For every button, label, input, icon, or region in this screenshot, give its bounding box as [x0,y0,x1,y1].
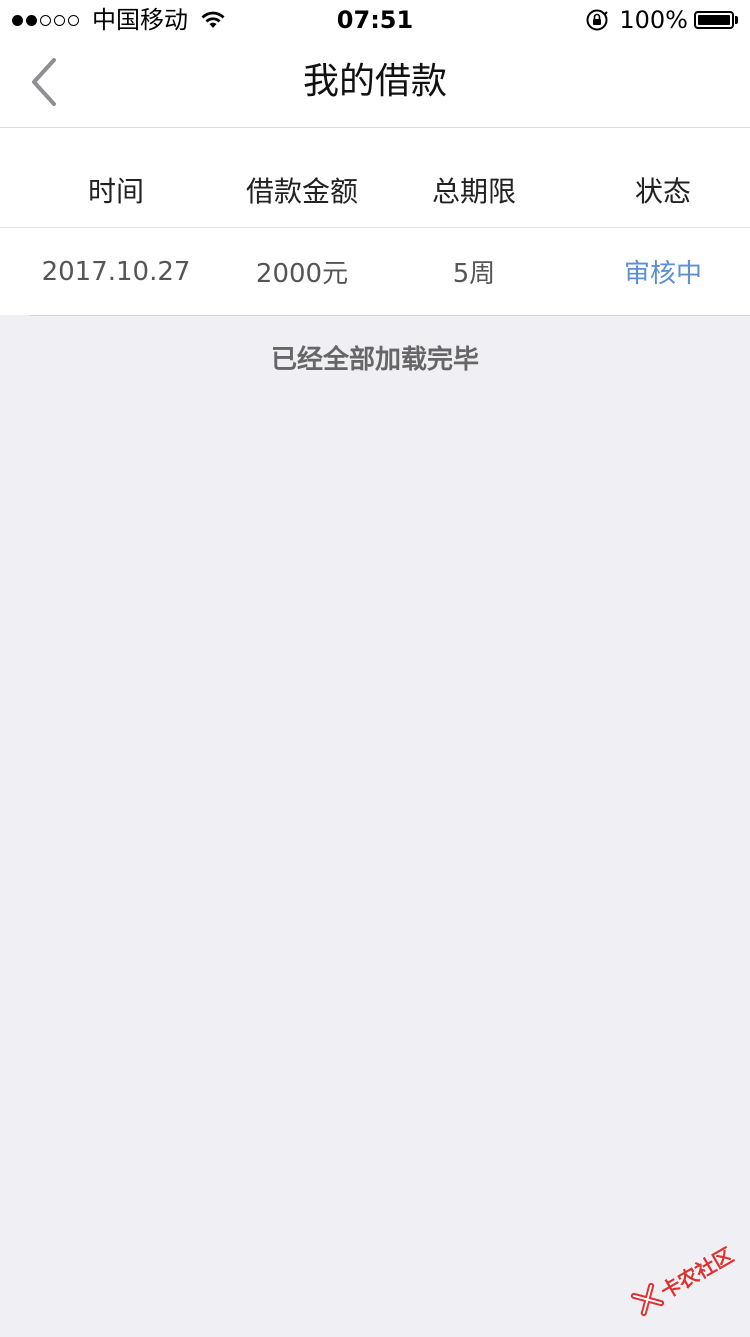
loan-amount: 2000元 [255,259,349,289]
column-header-status: 状态 [634,174,691,208]
navigation-bar: 我的借款 [0,40,750,128]
page-title: 我的借款 [302,61,447,102]
row-divider [30,315,750,316]
column-header-amount: 借款金额 [245,174,358,208]
rotation-lock-icon [586,9,609,31]
table-row[interactable]: 2017.10.27 2000元 5周 审核中 [0,228,750,315]
load-complete-message: 已经全部加载完毕 [270,345,479,375]
column-header-term: 总期限 [431,174,516,208]
watermark-logo: 卡农社区 [618,1221,748,1337]
loan-status: 审核中 [623,259,702,289]
battery-percent: 100% [619,6,688,34]
battery-icon [694,10,738,30]
watermark-text: 卡农社区 [656,1242,738,1304]
loan-term: 5周 [452,259,496,289]
column-header-time: 时间 [87,174,144,208]
status-bar: 中国移动 07:51 100% [0,0,750,40]
table-header: 时间 借款金额 总期限 状态 [0,128,750,228]
status-bar-right: 100% [585,6,738,34]
loan-date: 2017.10.27 [41,256,191,287]
